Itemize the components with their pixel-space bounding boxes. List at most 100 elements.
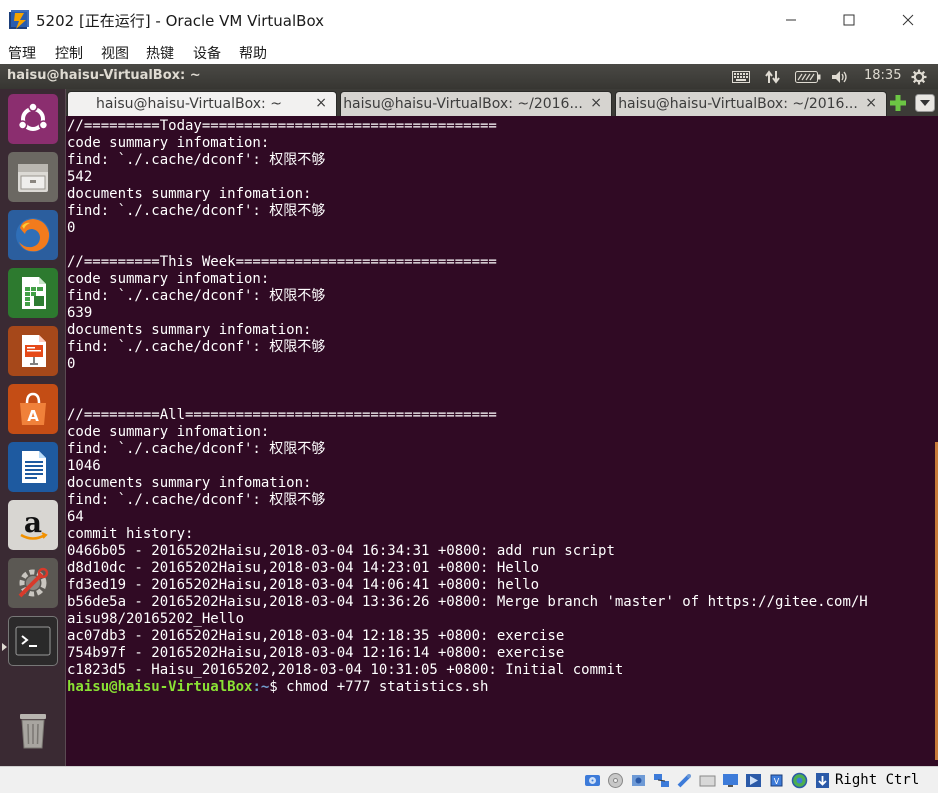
terminal-line: b56de5a - 20165202Haisu,2018-03-04 13:36… — [67, 594, 868, 610]
tab-project-2[interactable]: haisu@haisu-VirtualBox: ~/2016... × — [615, 91, 887, 116]
terminal-line: //=========All==========================… — [67, 407, 497, 423]
terminal-line: fd3ed19 - 20165202Haisu,2018-03-04 14:06… — [67, 577, 540, 593]
libreoffice-writer-icon[interactable] — [8, 442, 58, 492]
svg-text:A: A — [27, 407, 39, 425]
terminal-prompt-line[interactable]: haisu@haisu-VirtualBox:~$ chmod +777 sta… — [67, 679, 927, 696]
svg-text:V: V — [774, 777, 780, 786]
shared-folder-icon[interactable] — [699, 772, 716, 789]
terminal-line: documents summary infomation: — [67, 322, 312, 338]
tab-label: haisu@haisu-VirtualBox: ~/2016... — [343, 96, 583, 112]
terminal-line: 0466b05 - 20165202Haisu,2018-03-04 16:34… — [67, 543, 615, 559]
terminal-line: find: `./.cache/dconf': 权限不够 — [67, 492, 326, 508]
terminal-line: c1823d5 - Haisu_20165202,2018-03-04 10:3… — [67, 662, 624, 678]
menu-devices[interactable]: 设备 — [193, 43, 221, 63]
hard-disk-icon[interactable] — [584, 772, 601, 789]
terminal-line: 0 — [67, 356, 76, 372]
virtualbox-logo-icon — [9, 10, 29, 29]
terminal-line: 754b97f - 20165202Haisu,2018-03-04 12:16… — [67, 645, 565, 661]
tab-close-icon[interactable]: × — [865, 95, 877, 111]
tab-project-1[interactable]: haisu@haisu-VirtualBox: ~/2016... × — [340, 91, 612, 116]
cpu-icon[interactable]: V — [768, 772, 785, 789]
keyboard-icon[interactable] — [731, 68, 751, 85]
menu-view[interactable]: 视图 — [101, 43, 129, 63]
terminal-line: 0 — [67, 220, 76, 236]
optical-drive-icon[interactable] — [607, 772, 624, 789]
network-icon[interactable] — [653, 772, 670, 789]
mouse-integration-icon[interactable] — [791, 772, 808, 789]
trash-icon[interactable] — [8, 706, 58, 756]
terminal-line: documents summary infomation: — [67, 186, 312, 202]
terminal-line: find: `./.cache/dconf': 权限不够 — [67, 203, 326, 219]
host-menubar: 管理 控制 视图 热键 设备 帮助 — [0, 40, 938, 64]
terminal-line: d8d10dc - 20165202Haisu,2018-03-04 14:23… — [67, 560, 540, 576]
terminal-line: commit history: — [67, 526, 194, 542]
terminal-line: find: `./.cache/dconf': 权限不够 — [67, 152, 326, 168]
panel-clock[interactable]: 18:35 — [864, 68, 901, 83]
terminal-line: find: `./.cache/dconf': 权限不够 — [67, 441, 326, 457]
new-tab-plus-icon[interactable] — [889, 94, 907, 112]
terminal-line: find: `./.cache/dconf': 权限不够 — [67, 288, 326, 304]
display-icon[interactable] — [722, 772, 739, 789]
host-key-label: Right Ctrl — [835, 772, 920, 788]
system-settings-icon[interactable] — [8, 558, 58, 608]
terminal-line: code summary infomation: — [67, 271, 270, 287]
tab-home[interactable]: haisu@haisu-VirtualBox: ~ × — [67, 91, 337, 116]
terminal-output[interactable]: //=========Today========================… — [66, 116, 938, 766]
tab-close-icon[interactable]: × — [315, 95, 327, 111]
terminal-line: find: `./.cache/dconf': 权限不够 — [67, 339, 326, 355]
minimize-icon — [786, 19, 796, 21]
maximize-icon — [843, 14, 855, 26]
minimize-button[interactable] — [762, 0, 820, 40]
terminal-line: aisu98/20165202_Hello — [67, 611, 245, 627]
usb-icon[interactable] — [676, 772, 693, 789]
terminal-line: 542 — [67, 169, 93, 185]
firefox-icon[interactable] — [8, 210, 58, 260]
network-transfer-icon[interactable] — [763, 68, 783, 85]
panel-window-title: haisu@haisu-VirtualBox: ~ — [7, 68, 201, 83]
close-button[interactable] — [879, 0, 937, 40]
maximize-button[interactable] — [820, 0, 878, 40]
window-title: 5202 [正在运行] - Oracle VM VirtualBox — [36, 12, 325, 30]
prompt-command: chmod +777 statistics.sh — [286, 679, 489, 695]
ubuntu-dash-icon[interactable] — [8, 94, 58, 144]
power-gear-icon[interactable] — [909, 68, 929, 85]
audio-icon[interactable] — [630, 772, 647, 789]
menu-control[interactable]: 控制 — [55, 43, 83, 63]
volume-icon[interactable] — [830, 68, 850, 85]
terminal-line: ac07db3 - 20165202Haisu,2018-03-04 12:18… — [67, 628, 565, 644]
ubuntu-top-panel: haisu@haisu-VirtualBox: ~ 18:35 — [0, 64, 938, 89]
tab-close-icon[interactable]: × — [590, 95, 602, 111]
terminal-line: 64 — [67, 509, 84, 525]
tab-label: haisu@haisu-VirtualBox: ~/2016... — [618, 96, 858, 112]
tab-label: haisu@haisu-VirtualBox: ~ — [96, 96, 282, 112]
unity-launcher: A a — [0, 89, 66, 766]
menu-hotkeys[interactable]: 热键 — [146, 43, 174, 63]
libreoffice-calc-icon[interactable] — [8, 268, 58, 318]
tab-menu-chevron-down-icon[interactable] — [915, 94, 935, 112]
svg-text:a: a — [24, 506, 42, 539]
terminal-icon[interactable] — [8, 616, 58, 666]
terminal-lines: //=========Today========================… — [67, 118, 927, 696]
terminal-line: documents summary infomation: — [67, 475, 312, 491]
libreoffice-impress-icon[interactable] — [8, 326, 58, 376]
terminal-line: 1046 — [67, 458, 101, 474]
amazon-icon[interactable]: a — [8, 500, 58, 550]
terminal-tabbar: haisu@haisu-VirtualBox: ~ × haisu@haisu-… — [66, 89, 938, 116]
running-indicator — [2, 643, 7, 651]
files-icon[interactable] — [8, 152, 58, 202]
software-center-icon[interactable]: A — [8, 384, 58, 434]
menu-help[interactable]: 帮助 — [239, 43, 267, 63]
window-titlebar: 5202 [正在运行] - Oracle VM VirtualBox — [0, 0, 938, 40]
keyboard-capture-icon[interactable] — [814, 772, 831, 789]
prompt-user-host: haisu@haisu-VirtualBox — [67, 679, 253, 695]
close-icon — [902, 14, 914, 26]
prompt-path: :~ — [252, 679, 270, 695]
menu-manage[interactable]: 管理 — [8, 43, 36, 63]
battery-icon[interactable] — [794, 68, 822, 85]
prompt-symbol: $ — [269, 679, 287, 695]
terminal-line: //=========Today========================… — [67, 118, 497, 134]
video-capture-icon[interactable] — [745, 772, 762, 789]
